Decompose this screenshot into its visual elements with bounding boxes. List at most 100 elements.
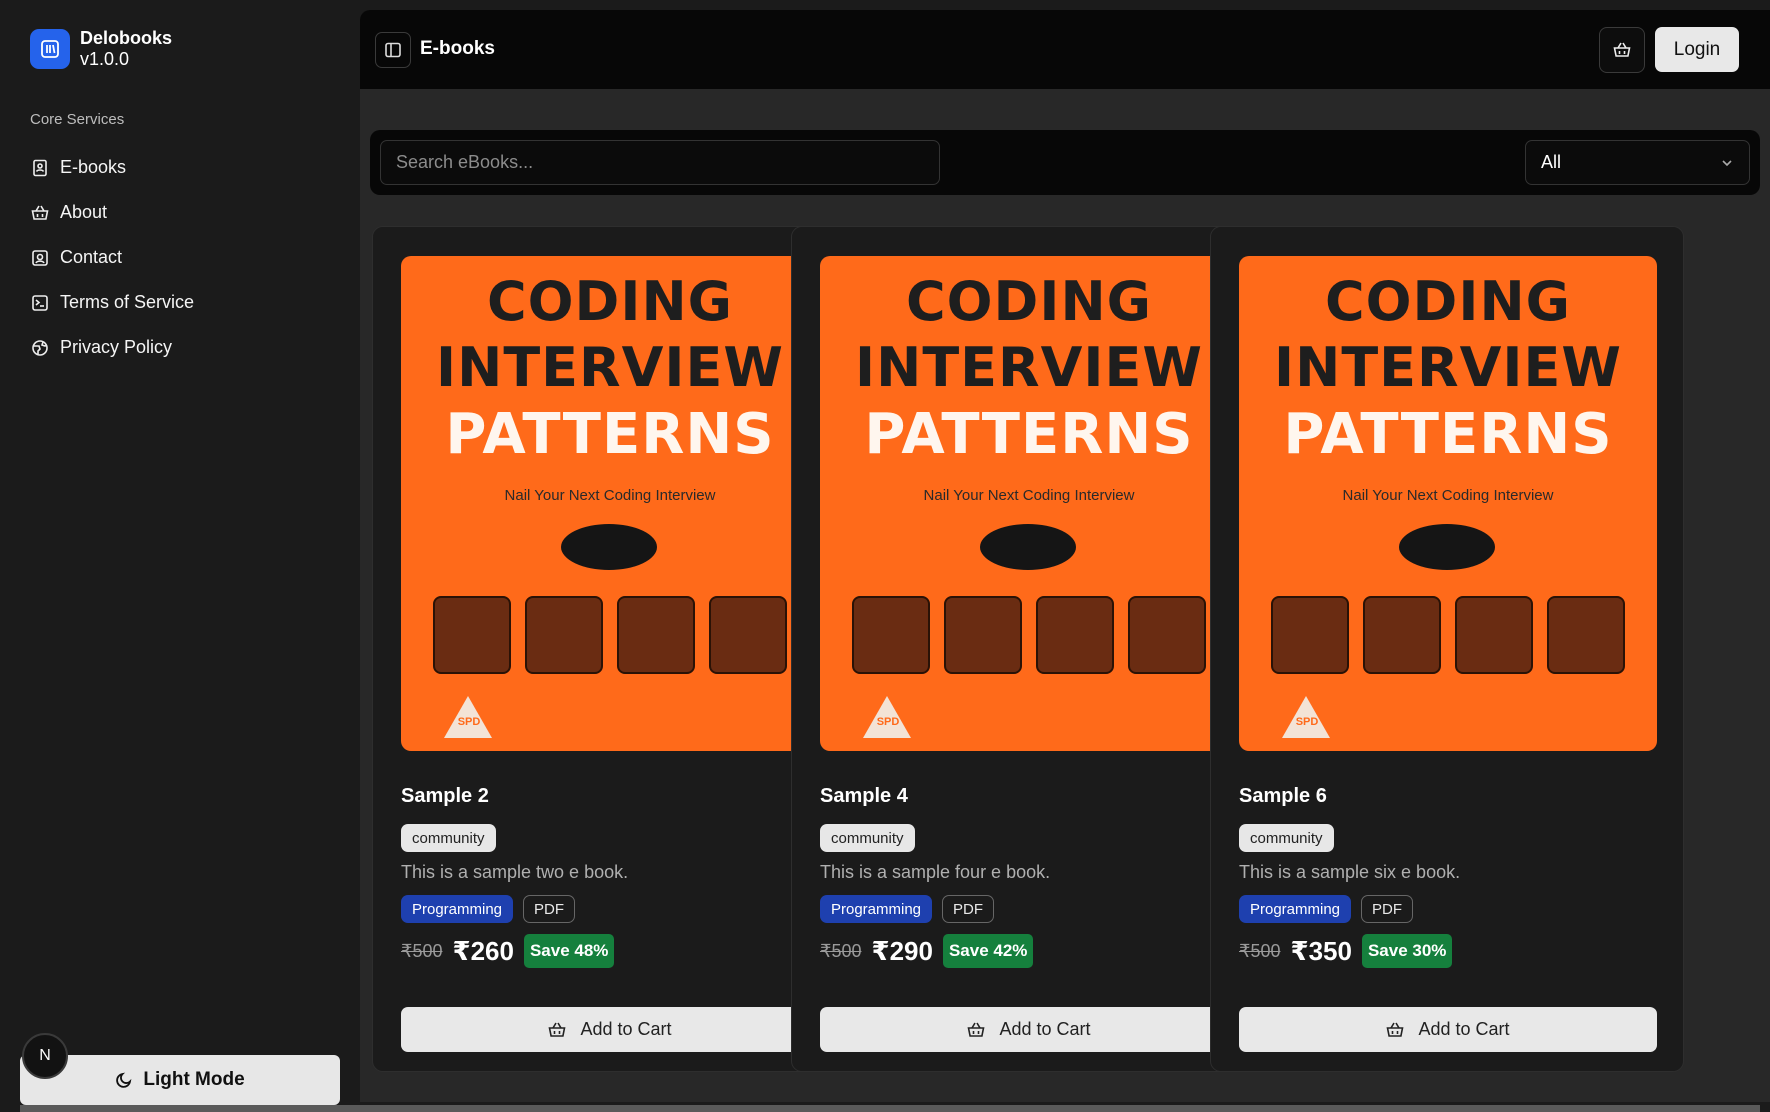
add-to-cart-button[interactable]: Add to Cart — [1239, 1007, 1657, 1052]
cover-title-line2: INTERVIEW — [436, 336, 784, 399]
category-select-value: All — [1541, 152, 1562, 172]
cart-button[interactable] — [1599, 27, 1645, 73]
save-badge: Save 42% — [942, 934, 1034, 968]
old-price: ₹500 — [1239, 940, 1281, 961]
add-to-cart-label: Add to Cart — [580, 1019, 672, 1039]
grid-icon — [944, 596, 1022, 674]
add-to-cart-button[interactable]: Add to Cart — [820, 1007, 1238, 1052]
format-badge: PDF — [1361, 895, 1414, 923]
price-row: ₹500 ₹260 Save 48% — [401, 934, 615, 968]
cover-seal — [980, 524, 1076, 570]
sidebar-item-privacy[interactable]: Privacy Policy — [30, 325, 330, 370]
brand-version: v1.0.0 — [80, 49, 130, 69]
tree-icon — [1271, 596, 1349, 674]
book-title: Sample 6 — [1239, 785, 1327, 807]
old-price: ₹500 — [401, 940, 443, 961]
publisher-name: SPD — [457, 716, 481, 728]
grid-icon — [1363, 596, 1441, 674]
app-root: Delobooks v1.0.0 Core Services E-books A… — [0, 0, 1770, 1112]
cover-title-line2: INTERVIEW — [1274, 336, 1622, 399]
login-button[interactable]: Login — [1655, 27, 1739, 72]
basket-icon — [1613, 42, 1631, 57]
sidebar-item-label: Privacy Policy — [60, 337, 173, 357]
sidebar-toggle-button[interactable] — [375, 32, 411, 68]
sidebar: Delobooks v1.0.0 Core Services E-books A… — [0, 0, 360, 1112]
publisher-name: SPD — [1295, 716, 1319, 728]
sidebar-item-terms[interactable]: Terms of Service — [30, 280, 330, 325]
genre-badge: Programming — [1239, 895, 1352, 923]
book-icon — [30, 158, 50, 178]
book-title: Sample 4 — [820, 785, 908, 807]
format-badge: PDF — [942, 895, 995, 923]
book-description: This is a sample four e book. — [820, 862, 1051, 882]
sidebar-item-contact[interactable]: Contact — [30, 235, 330, 280]
array-icon — [1455, 596, 1533, 674]
cover-title-line1: CODING — [906, 270, 1152, 333]
tree-icon — [433, 596, 511, 674]
old-price: ₹500 — [820, 940, 862, 961]
array-icon — [1036, 596, 1114, 674]
basket-icon — [548, 1022, 566, 1037]
sidebar-item-about[interactable]: About — [30, 190, 330, 235]
current-price: ₹290 — [871, 935, 933, 966]
cover-title-line1: CODING — [487, 270, 733, 333]
graph-icon — [1547, 596, 1625, 674]
graph-icon — [1128, 596, 1206, 674]
cover-title-line2: INTERVIEW — [855, 336, 1203, 399]
sidebar-item-label: E-books — [60, 157, 127, 177]
nav-section-title: Core Services — [30, 111, 125, 128]
main-content: E-books Login All CODING INTERVIEW PATTE… — [360, 10, 1770, 1102]
globe-icon — [30, 338, 50, 358]
search-input[interactable] — [380, 140, 940, 185]
book-card: CODING INTERVIEW PATTERNS Nail Your Next… — [1210, 226, 1684, 1072]
book-description: This is a sample two e book. — [401, 862, 629, 882]
panel-left-icon — [385, 42, 401, 58]
book-card: CODING INTERVIEW PATTERNS Nail Your Next… — [372, 226, 846, 1072]
price-row: ₹500 ₹350 Save 30% — [1239, 934, 1453, 968]
sidebar-item-label: Terms of Service — [60, 292, 195, 312]
user-avatar[interactable]: N — [22, 1033, 68, 1079]
array-icon — [617, 596, 695, 674]
light-mode-toggle-button[interactable]: Light Mode — [20, 1055, 340, 1105]
light-mode-label: Light Mode — [143, 1069, 245, 1090]
basket-icon — [1386, 1022, 1404, 1037]
brand[interactable]: Delobooks v1.0.0 — [30, 28, 172, 70]
book-title: Sample 2 — [401, 785, 489, 807]
genre-badge: Programming — [401, 895, 514, 923]
source-tag: community — [401, 824, 496, 852]
cover-title-line1: CODING — [1325, 270, 1571, 333]
cover-title-line3: PATTERNS — [445, 402, 775, 467]
book-cover[interactable]: CODING INTERVIEW PATTERNS Nail Your Next… — [820, 256, 1238, 751]
add-to-cart-label: Add to Cart — [999, 1019, 1091, 1039]
genre-badge: Programming — [820, 895, 933, 923]
moon-icon — [116, 1072, 132, 1088]
cover-subtitle: Nail Your Next Coding Interview — [923, 487, 1135, 504]
current-price: ₹350 — [1290, 935, 1352, 966]
grid-icon — [525, 596, 603, 674]
publisher-name: SPD — [876, 716, 900, 728]
category-select[interactable]: All — [1525, 140, 1750, 185]
cover-seal — [561, 524, 657, 570]
book-cover[interactable]: CODING INTERVIEW PATTERNS Nail Your Next… — [401, 256, 819, 751]
basket-icon — [30, 203, 50, 223]
book-description: This is a sample six e book. — [1239, 862, 1461, 882]
graph-icon — [709, 596, 787, 674]
library-logo-icon — [30, 29, 70, 69]
contact-icon — [30, 248, 50, 268]
format-badge: PDF — [523, 895, 576, 923]
sidebar-item-label: About — [60, 202, 108, 222]
sidebar-item-ebooks[interactable]: E-books — [30, 145, 330, 190]
basket-icon — [967, 1022, 985, 1037]
current-price: ₹260 — [452, 935, 514, 966]
add-to-cart-button[interactable]: Add to Cart — [401, 1007, 819, 1052]
cover-title-line3: PATTERNS — [1283, 402, 1613, 467]
cover-subtitle: Nail Your Next Coding Interview — [1342, 487, 1554, 504]
cover-subtitle: Nail Your Next Coding Interview — [504, 487, 716, 504]
chevron-down-icon — [1722, 159, 1732, 166]
book-cover[interactable]: CODING INTERVIEW PATTERNS Nail Your Next… — [1239, 256, 1657, 751]
cover-seal — [1399, 524, 1495, 570]
top-bar: E-books Login — [360, 10, 1770, 89]
sidebar-item-label: Contact — [60, 247, 123, 267]
horizontal-scrollbar[interactable] — [20, 1105, 1760, 1112]
book-card: CODING INTERVIEW PATTERNS Nail Your Next… — [791, 226, 1265, 1072]
